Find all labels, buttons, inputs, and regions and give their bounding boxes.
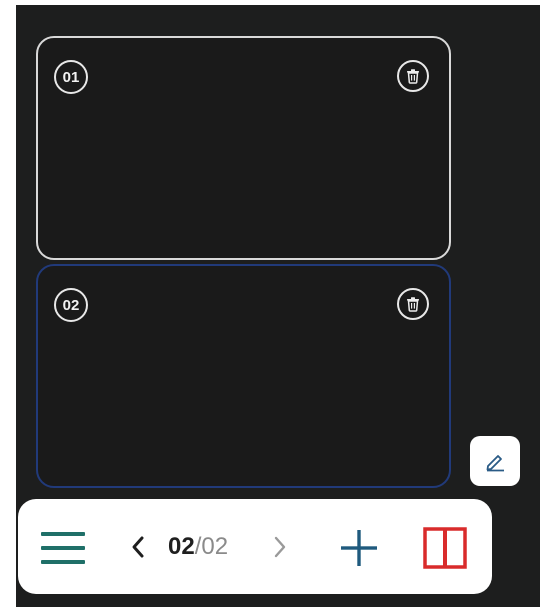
bottom-toolbar: 02/02 xyxy=(18,499,492,594)
pencil-icon xyxy=(486,455,504,472)
trash-icon xyxy=(407,69,419,84)
plus-icon xyxy=(341,530,377,566)
hamburger-menu-icon xyxy=(41,532,85,564)
split-view-button[interactable] xyxy=(420,525,470,571)
page-card-active[interactable]: 02 xyxy=(36,264,451,488)
current-page-number: 02 xyxy=(168,533,195,560)
page-number-badge: 02 xyxy=(54,288,88,322)
previous-page-button[interactable] xyxy=(124,529,152,565)
trash-icon xyxy=(407,297,419,312)
total-pages-number: 02 xyxy=(201,533,229,560)
add-page-button[interactable] xyxy=(336,525,382,571)
delete-page-button[interactable] xyxy=(397,288,429,320)
app-canvas: 01 02 02 / 02 xyxy=(16,5,540,607)
page-separator: / xyxy=(194,533,202,560)
delete-page-button[interactable] xyxy=(397,60,429,92)
page-card[interactable]: 01 xyxy=(36,36,451,260)
page-indicator: 02/02 xyxy=(168,529,228,565)
page-number-badge: 01 xyxy=(54,60,88,94)
menu-button[interactable] xyxy=(38,526,88,570)
edit-button[interactable] xyxy=(470,436,520,486)
chevron-left-icon xyxy=(132,536,144,558)
next-page-button[interactable] xyxy=(266,529,294,565)
chevron-right-icon xyxy=(274,536,286,558)
split-view-icon xyxy=(423,527,467,569)
